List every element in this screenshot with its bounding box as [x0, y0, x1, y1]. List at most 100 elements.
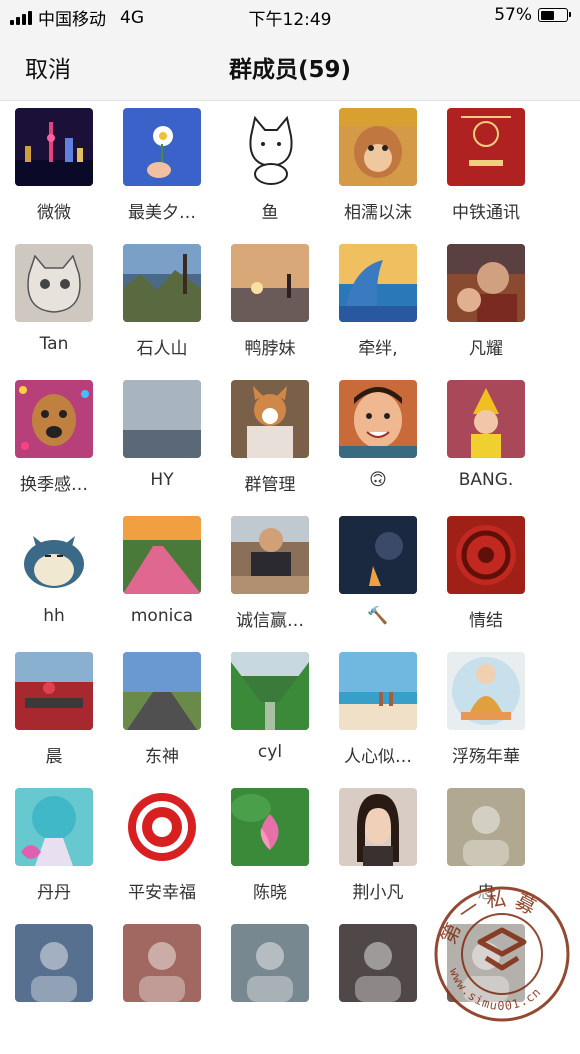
man-dining-icon	[231, 516, 309, 594]
avatar[interactable]	[447, 652, 525, 730]
member-item[interactable]: 情结	[432, 516, 540, 646]
member-item[interactable]: 中铁通讯	[432, 108, 540, 238]
member-name: 鸭脖妹	[244, 339, 296, 359]
cat-sketch-icon	[15, 244, 93, 322]
avatar[interactable]	[123, 652, 201, 730]
member-item[interactable]: BANG.	[432, 380, 540, 510]
member-item[interactable]: 荆小凡	[324, 788, 432, 918]
avatar[interactable]	[339, 244, 417, 322]
avatar[interactable]	[231, 380, 309, 458]
member-name: Tan	[39, 334, 69, 354]
member-item[interactable]: monica	[108, 516, 216, 646]
member-item[interactable]: 凡耀	[432, 244, 540, 374]
avatar[interactable]	[15, 788, 93, 866]
avatar[interactable]	[339, 380, 417, 458]
lotus-icon	[231, 788, 309, 866]
avatar[interactable]	[15, 108, 93, 186]
member-name: 相濡以沫	[344, 203, 412, 223]
avatar[interactable]	[15, 380, 93, 458]
papercut-icon	[123, 788, 201, 866]
car-dashboard-icon	[15, 652, 93, 730]
avatar[interactable]	[339, 652, 417, 730]
child-yellow-hat-icon	[447, 380, 525, 458]
member-item[interactable]: 石人山	[108, 244, 216, 374]
member-item[interactable]: 陈晓	[216, 788, 324, 918]
avatar[interactable]	[123, 380, 201, 458]
avatar[interactable]	[231, 652, 309, 730]
navigation-bar: 取消 群成员(59)	[0, 32, 580, 101]
member-name: 群管理	[244, 475, 296, 495]
member-name: 换季感…	[20, 475, 88, 495]
portrait-icon	[123, 924, 201, 1002]
member-item[interactable]	[216, 924, 324, 1054]
member-item[interactable]: 🙃	[324, 380, 432, 510]
avatar[interactable]	[447, 244, 525, 322]
clock: 下午12:49	[248, 10, 332, 30]
road-icon	[123, 652, 201, 730]
avatar[interactable]	[339, 516, 417, 594]
member-item[interactable]: 丹丹	[0, 788, 108, 918]
avatar[interactable]	[15, 244, 93, 322]
member-item[interactable]: 微微	[0, 108, 108, 238]
member-item[interactable]: Tan	[0, 244, 108, 374]
member-item[interactable]: 鱼	[216, 108, 324, 238]
member-item[interactable]: 相濡以沫	[324, 108, 432, 238]
avatar[interactable]	[123, 788, 201, 866]
member-name: 人心似…	[344, 747, 412, 767]
member-name: 中铁通讯	[452, 203, 520, 223]
avatar[interactable]	[447, 108, 525, 186]
member-item[interactable]: cyl	[216, 652, 324, 782]
avatar[interactable]	[447, 380, 525, 458]
member-item[interactable]: 晨	[0, 652, 108, 782]
avatar[interactable]	[15, 924, 93, 1002]
avatar[interactable]	[123, 516, 201, 594]
member-item[interactable]: 最美夕…	[108, 108, 216, 238]
member-item[interactable]: 群管理	[216, 380, 324, 510]
member-grid: 王婷婷小荷尖…天路往后无…香蕉微微最美夕…鱼相濡以沫中铁通讯Tan石人山鸭脖妹牵…	[0, 0, 580, 1032]
member-item[interactable]: 鸭脖妹	[216, 244, 324, 374]
member-item[interactable]: 平安幸福	[108, 788, 216, 918]
member-name: 凡耀	[469, 339, 503, 359]
member-name: 诚信赢…	[236, 611, 304, 631]
avatar[interactable]	[123, 108, 201, 186]
member-item[interactable]	[324, 924, 432, 1054]
member-name: BANG.	[458, 470, 514, 490]
avatar[interactable]	[231, 788, 309, 866]
member-item[interactable]: hh	[0, 516, 108, 646]
member-item[interactable]	[0, 924, 108, 1054]
member-item[interactable]: 诚信赢…	[216, 516, 324, 646]
avatar[interactable]	[339, 788, 417, 866]
avatar[interactable]	[339, 108, 417, 186]
member-item[interactable]: 东神	[108, 652, 216, 782]
portrait-man-icon	[447, 244, 525, 322]
avatar[interactable]	[123, 924, 201, 1002]
member-item[interactable]: 牵绊,	[324, 244, 432, 374]
avatar[interactable]	[231, 244, 309, 322]
avatar[interactable]	[15, 516, 93, 594]
member-item[interactable]: 人心似…	[324, 652, 432, 782]
member-item[interactable]: HY	[108, 380, 216, 510]
avatar[interactable]	[123, 244, 201, 322]
member-item[interactable]: 换季感…	[0, 380, 108, 510]
avatar[interactable]	[231, 108, 309, 186]
monk-icon	[447, 652, 525, 730]
city-night-icon	[15, 108, 93, 186]
member-name: 陈晓	[253, 883, 287, 903]
member-name: 东神	[145, 747, 179, 767]
chinese-dragon-icon	[447, 516, 525, 594]
member-item[interactable]: 🔨	[324, 516, 432, 646]
member-name: 浮殇年華	[452, 747, 520, 767]
avatar[interactable]	[231, 924, 309, 1002]
avatar[interactable]	[447, 516, 525, 594]
portrait-icon	[447, 788, 525, 866]
portrait-icon	[231, 924, 309, 1002]
member-item[interactable]	[108, 924, 216, 1054]
avatar[interactable]	[339, 924, 417, 1002]
member-item[interactable]: 浮殇年華	[432, 652, 540, 782]
avatar[interactable]	[231, 516, 309, 594]
portrait-icon	[339, 924, 417, 1002]
avatar[interactable]	[447, 788, 525, 866]
member-name: 情结	[469, 611, 503, 631]
member-name: 🙃	[369, 470, 387, 490]
avatar[interactable]	[15, 652, 93, 730]
